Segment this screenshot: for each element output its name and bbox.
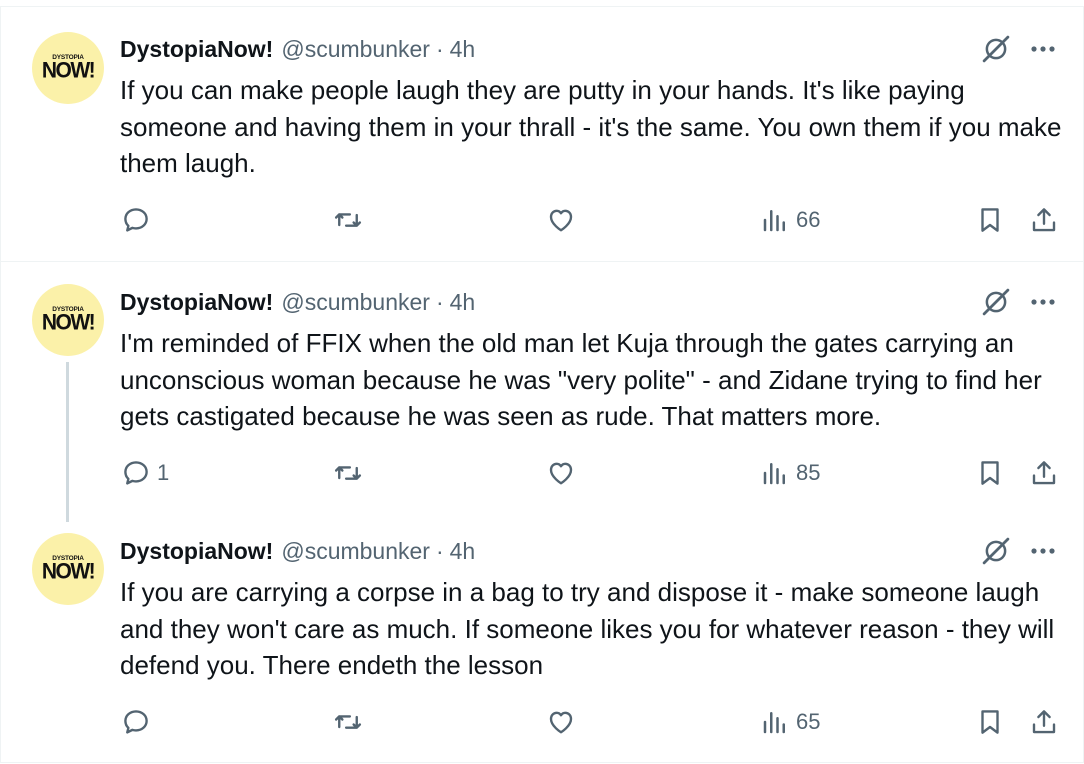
like-icon <box>549 711 573 734</box>
repost-icon <box>334 466 362 480</box>
like-button[interactable] <box>546 702 582 742</box>
user-handle[interactable]: @scumbunker <box>281 289 430 316</box>
avatar-logo: DYSTOPIA NOW! <box>41 306 96 335</box>
reply-icon <box>124 710 148 734</box>
separator: · <box>435 537 444 564</box>
avatar[interactable]: DYSTOPIA NOW! <box>32 533 104 605</box>
timeline-feed: DYSTOPIA NOW! DystopiaNow! @scumbunker ·… <box>0 0 1084 764</box>
like-icon <box>549 209 573 232</box>
share-button[interactable] <box>1029 453 1059 493</box>
reply-icon <box>124 461 148 485</box>
separator: · <box>435 288 444 315</box>
avatar-logo-line2: NOW! <box>41 559 96 584</box>
like-button[interactable] <box>546 200 582 240</box>
thread-connector <box>66 362 69 522</box>
reply-button[interactable] <box>121 200 157 240</box>
repost-icon <box>334 213 362 227</box>
like-button[interactable] <box>546 453 582 493</box>
tweet-actions: 66 <box>0 200 1084 240</box>
bookmark-icon <box>981 208 999 232</box>
more-icon[interactable] <box>1026 287 1060 317</box>
share-button[interactable] <box>1029 200 1059 240</box>
feed-border-left <box>0 6 1 763</box>
tweet-text: If you are carrying a corpse in a bag to… <box>120 577 1055 680</box>
tweet-header: DystopiaNow! @scumbunker · 4h <box>120 35 475 63</box>
repost-button[interactable] <box>333 200 369 240</box>
grok-icon[interactable] <box>981 536 1011 566</box>
avatar-logo: DYSTOPIA NOW! <box>41 54 96 83</box>
repost-icon <box>334 715 362 729</box>
divider <box>0 261 1084 262</box>
bookmark-button[interactable] <box>975 200 1005 240</box>
timestamp[interactable]: 4h <box>450 36 476 63</box>
reply-count: 1 <box>157 460 170 485</box>
share-icon <box>1032 710 1056 734</box>
views-icon <box>763 712 785 734</box>
views-count: 85 <box>796 460 821 485</box>
tweet-text: If you can make people laugh they are pu… <box>120 75 1062 178</box>
share-button[interactable] <box>1029 702 1059 742</box>
grok-icon[interactable] <box>981 287 1011 317</box>
display-name[interactable]: DystopiaNow! <box>120 36 273 63</box>
reply-button[interactable] <box>121 702 157 742</box>
display-name[interactable]: DystopiaNow! <box>120 538 273 565</box>
timestamp[interactable]: 4h <box>450 538 476 565</box>
avatar-logo-line2: NOW! <box>41 310 96 335</box>
tweet-actions: 1 85 <box>0 453 1084 493</box>
views-button[interactable]: 65 <box>760 702 820 742</box>
views-count: 65 <box>796 709 821 734</box>
more-icon[interactable] <box>1026 536 1060 566</box>
share-icon <box>1032 208 1056 232</box>
avatar[interactable]: DYSTOPIA NOW! <box>32 32 104 104</box>
reply-button[interactable]: 1 <box>121 453 169 493</box>
display-name[interactable]: DystopiaNow! <box>120 289 273 316</box>
bookmark-button[interactable] <box>975 453 1005 493</box>
bookmark-icon <box>981 710 999 734</box>
timestamp[interactable]: 4h <box>450 289 476 316</box>
bookmark-icon <box>981 461 999 485</box>
avatar-logo: DYSTOPIA NOW! <box>41 555 96 584</box>
repost-button[interactable] <box>333 453 369 493</box>
repost-button[interactable] <box>333 702 369 742</box>
views-count: 66 <box>796 207 821 232</box>
avatar-logo-line2: NOW! <box>41 58 96 83</box>
grok-icon[interactable] <box>981 34 1011 64</box>
tweet-header: DystopiaNow! @scumbunker · 4h <box>120 537 475 565</box>
tweet-header: DystopiaNow! @scumbunker · 4h <box>120 288 475 316</box>
separator: · <box>435 35 444 62</box>
views-icon <box>763 463 785 485</box>
views-button[interactable]: 85 <box>760 453 820 493</box>
share-icon <box>1032 461 1056 485</box>
user-handle[interactable]: @scumbunker <box>281 36 430 63</box>
avatar[interactable]: DYSTOPIA NOW! <box>32 284 104 356</box>
bookmark-button[interactable] <box>975 702 1005 742</box>
reply-icon <box>124 208 148 232</box>
tweet-text: I'm reminded of FFIX when the old man le… <box>120 328 1042 431</box>
like-icon <box>549 462 573 485</box>
divider <box>0 6 1084 7</box>
views-icon <box>763 210 785 232</box>
tweet-actions: 65 <box>0 702 1084 742</box>
divider <box>0 762 1084 763</box>
views-button[interactable]: 66 <box>760 200 820 240</box>
user-handle[interactable]: @scumbunker <box>281 538 430 565</box>
more-icon[interactable] <box>1026 34 1060 64</box>
